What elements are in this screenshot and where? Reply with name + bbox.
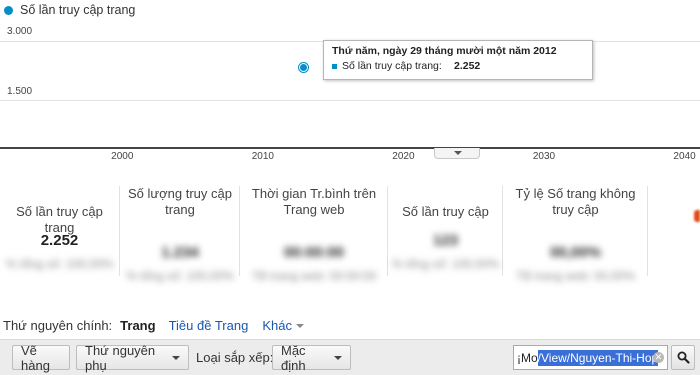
- metric-value: 00,00%: [550, 244, 601, 261]
- data-point[interactable]: [299, 62, 309, 72]
- clear-search-icon[interactable]: ✕: [653, 352, 664, 363]
- metric-sub: TB trang web: 00:00:00: [251, 269, 377, 283]
- ytick-label: 3.000: [7, 26, 33, 37]
- xtick-label: 2030: [532, 151, 556, 162]
- metric-label: Thời gian Tr.bình trên Trang web: [251, 186, 377, 217]
- plot-rows-label: Vẽ hàng: [21, 342, 50, 373]
- metric-value: 1.234: [161, 244, 199, 261]
- metric-sub: % tổng số: 100,00%: [126, 269, 234, 283]
- metric-label: Tỷ lệ Số trang không truy cập: [515, 186, 636, 217]
- sort-type-dropdown[interactable]: Mặc định: [272, 342, 351, 373]
- tooltip-metric-label: Số lần truy cập trang:: [342, 60, 442, 72]
- sort-type-label: Loại sắp xếp:: [196, 350, 274, 365]
- chevron-down-icon: [172, 355, 180, 360]
- metric-pageviews[interactable]: Số lần truy cập trang 2.252 % tổng số: 1…: [0, 186, 120, 276]
- primary-dimension-label: Thứ nguyên chính:: [3, 318, 113, 333]
- metric-sub: % tổng số: 100,00%: [5, 257, 114, 271]
- secondary-dimension-dropdown[interactable]: Thứ nguyên phụ: [76, 342, 189, 373]
- ytick-label: 1.500: [7, 86, 33, 97]
- metric-avg-time[interactable]: Thời gian Tr.bình trên Trang web 00:00:0…: [241, 186, 388, 283]
- search-text-selected: /View/Nguyen-Thi-Hop: [537, 349, 659, 366]
- series-square-icon: [332, 63, 337, 69]
- dimension-page-title[interactable]: Tiêu đề Trang: [169, 318, 249, 333]
- xtick-label: 2010: [251, 151, 274, 162]
- timeline-chart: 3.000 1.500 2000 2010 2020 2030 2040 Thứ năm…: [0, 22, 700, 172]
- sort-type-value: Mặc định: [281, 342, 306, 373]
- legend-label: Số lần truy cập trang: [20, 3, 136, 17]
- metrics-scorecard: Số lần truy cập trang 2.252 % tổng số: 1…: [0, 186, 700, 298]
- tooltip-metric-value: 2.252: [454, 60, 481, 72]
- table-search-input[interactable]: ¡Mo/View/Nguyen-Thi-Hop ✕: [513, 345, 668, 370]
- plot-rows-button[interactable]: Vẽ hàng: [12, 342, 70, 373]
- gridline-mid: [0, 100, 700, 101]
- metric-unique-pageviews[interactable]: Số lượng truy cập trang 1.234 % tổng số:…: [121, 186, 240, 283]
- dimension-page[interactable]: Trang: [120, 318, 155, 333]
- metric-entrances[interactable]: Số lần truy cập 123 % tổng số: 100,00%: [389, 186, 503, 276]
- chevron-down-icon: [295, 323, 304, 328]
- xtick-label: 2040: [673, 151, 696, 162]
- series-dot-icon: [4, 5, 13, 15]
- metric-label: Số lượng truy cập trang: [128, 186, 232, 217]
- metric-value: 00:00:00: [283, 244, 345, 261]
- search-text-prefix: ¡Mo: [517, 350, 538, 365]
- tooltip-date: Thứ năm, ngày 29 tháng mười một năm 2012: [332, 45, 557, 57]
- metric-bounce-rate[interactable]: Tỷ lệ Số trang không truy cập 00,00% TB …: [504, 186, 648, 283]
- chart-legend[interactable]: Số lần truy cập trang: [4, 1, 135, 19]
- chevron-down-icon: [334, 355, 342, 360]
- dimension-more-dropdown[interactable]: Khác: [262, 318, 304, 333]
- metric-sub: % tổng số: 100,00%: [391, 257, 500, 271]
- metric-label: Số lần truy cập: [402, 204, 489, 219]
- table-toolbar: Vẽ hàng Thứ nguyên phụ Loại sắp xếp: Mặc…: [0, 339, 700, 375]
- metric-value: 123: [432, 232, 459, 249]
- search-icon: [677, 351, 690, 364]
- primary-dimension-bar: Thứ nguyên chính: Trang Tiêu đề Trang Kh…: [3, 318, 304, 333]
- xtick-label: 2000: [111, 151, 134, 162]
- metric-label: Số lần truy cập trang: [16, 204, 103, 235]
- x-axis: [0, 147, 700, 149]
- chart-tooltip: Thứ năm, ngày 29 tháng mười một năm 2012…: [323, 40, 593, 80]
- collapse-chart-tab[interactable]: [434, 148, 480, 159]
- search-button[interactable]: [671, 345, 695, 370]
- dimension-more-label: Khác: [262, 318, 292, 333]
- metric-overflow-indicator: [694, 210, 700, 222]
- secondary-dimension-label: Thứ nguyên phụ: [85, 342, 156, 373]
- xtick-label: 2020: [392, 151, 415, 162]
- metric-sub: TB trang web: 00,00%: [516, 269, 635, 283]
